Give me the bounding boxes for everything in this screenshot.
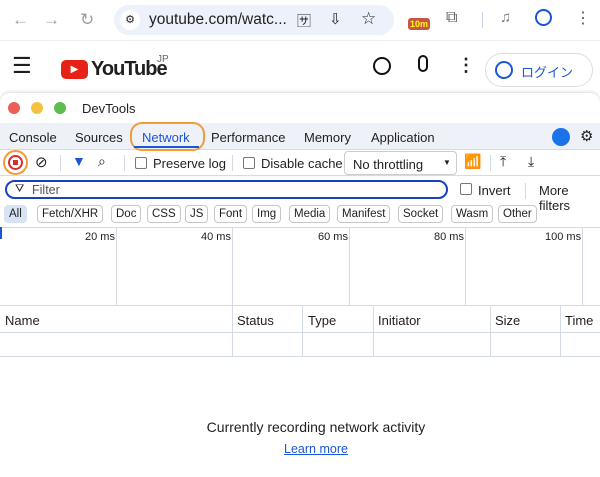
type-other[interactable]: Other [498, 205, 537, 223]
column-status[interactable]: Status [237, 313, 274, 328]
timeline-tick: 40 ms [201, 231, 231, 243]
login-label: ログイン [521, 65, 574, 80]
type-img[interactable]: Img [252, 205, 282, 223]
timeline-tick: 100 ms [545, 231, 582, 243]
devtools-window: DevTools Console Sources Network Perform… [0, 93, 600, 477]
more-icon[interactable]: ⋮ [457, 55, 475, 76]
network-toolbar: ⊘ ▼ ⌕ Preserve log Disable cache No thro… [0, 150, 600, 176]
maximize-button[interactable] [54, 102, 66, 114]
forward-icon[interactable]: → [43, 10, 60, 30]
table-header: Name Status Type Initiator Size Time [0, 306, 600, 333]
type-fetch-xhr[interactable]: Fetch/XHR [37, 205, 104, 223]
address-bar[interactable]: ⚙ youtube.com/watc... 🈂 ⇩ ☆ [114, 5, 394, 35]
preserve-log-checkbox[interactable] [135, 157, 147, 169]
export-har-icon[interactable]: ⤓ [528, 153, 534, 170]
extensions-icon[interactable]: ⧉ [446, 9, 457, 27]
site-settings-icon[interactable]: ⚙ [120, 10, 140, 30]
tab-application[interactable]: Application [371, 130, 435, 145]
record-stop-icon[interactable] [8, 155, 23, 170]
disable-cache-checkbox[interactable] [243, 157, 255, 169]
search-icon[interactable]: ⌕ [98, 153, 106, 170]
url-text[interactable]: youtube.com/watc... [149, 11, 287, 29]
disable-cache-label: Disable cache [261, 156, 343, 171]
more-filters-button[interactable]: More filters [539, 183, 600, 213]
ai-assistance-icon[interactable] [552, 128, 570, 146]
tab-performance[interactable]: Performance [211, 130, 285, 145]
window-title: DevTools [82, 101, 136, 116]
empty-message: Currently recording network activity [206, 419, 426, 435]
install-icon[interactable]: ⇩ [329, 10, 342, 28]
type-css[interactable]: CSS [147, 205, 181, 223]
settings-gear-icon[interactable]: ⚙ [580, 127, 593, 145]
search-icon[interactable] [373, 57, 391, 75]
type-manifest[interactable]: Manifest [337, 205, 391, 223]
microphone-icon[interactable] [418, 55, 428, 72]
column-type[interactable]: Type [308, 313, 336, 328]
type-socket[interactable]: Socket [398, 205, 444, 223]
tab-sources[interactable]: Sources [75, 130, 123, 145]
hamburger-icon[interactable]: ☰ [12, 53, 32, 79]
column-time[interactable]: Time [565, 313, 593, 328]
translate-icon[interactable]: 🈂 [297, 11, 311, 31]
throttling-select[interactable]: No throttling ▼ [344, 151, 457, 175]
menu-icon[interactable]: ⋮ [575, 8, 591, 28]
youtube-header: ☰ ▶ YouTube JP ⋮ ログイン [0, 40, 600, 95]
learn-more-label[interactable]: Learn more [284, 442, 348, 456]
throttling-value: No throttling [353, 157, 424, 172]
type-doc[interactable]: Doc [111, 205, 142, 223]
import-har-icon[interactable]: ⤒ [500, 153, 506, 170]
type-media[interactable]: Media [289, 205, 331, 223]
type-font[interactable]: Font [214, 205, 248, 223]
empty-row [0, 333, 600, 357]
filter-funnel-icon: ⛛ [15, 183, 25, 195]
browser-toolbar: ← → ↻ ⚙ youtube.com/watc... 🈂 ⇩ ☆ 10m ⧉ … [0, 0, 600, 40]
network-conditions-icon[interactable]: 📶 [464, 153, 481, 170]
close-button[interactable] [8, 102, 20, 114]
account-icon [495, 61, 513, 79]
invert-label: Invert [478, 183, 511, 198]
minimize-button[interactable] [31, 102, 43, 114]
clear-icon[interactable]: ⊘ [35, 153, 48, 171]
type-js[interactable]: JS [185, 205, 209, 223]
profile-icon[interactable] [535, 9, 552, 26]
login-button[interactable]: ログイン [485, 53, 593, 87]
chevron-down-icon: ▼ [443, 158, 451, 167]
invert-checkbox[interactable] [460, 183, 472, 195]
timeline-tick: 60 ms [318, 231, 348, 243]
type-all[interactable]: All [4, 205, 27, 223]
preserve-log-label: Preserve log [153, 156, 226, 171]
tab-console[interactable]: Console [9, 130, 57, 145]
column-initiator[interactable]: Initiator [378, 313, 421, 328]
column-size[interactable]: Size [495, 313, 520, 328]
filter-input[interactable]: ⛛ Filter [5, 180, 448, 199]
filter-icon[interactable]: ▼ [72, 153, 86, 169]
type-wasm[interactable]: Wasm [451, 205, 494, 223]
timeline-tick: 20 ms [85, 231, 115, 243]
back-icon[interactable]: ← [12, 10, 29, 30]
tab-memory[interactable]: Memory [304, 130, 351, 145]
region-label: JP [157, 54, 169, 65]
extension-badge[interactable]: 10m [408, 18, 431, 30]
media-icon[interactable]: ♫ [500, 9, 511, 26]
devtools-tabs: Console Sources Network Performance Memo… [0, 122, 600, 151]
column-name[interactable]: Name [5, 313, 40, 328]
learn-more-link[interactable]: Learn more [0, 442, 600, 456]
bookmark-star-icon[interactable]: ☆ [361, 9, 376, 29]
youtube-logo[interactable]: YouTube [91, 58, 168, 81]
timeline-overview[interactable]: 20 ms 40 ms 60 ms 80 ms 100 ms [0, 227, 600, 305]
filter-placeholder: Filter [32, 183, 60, 197]
timeline-tick: 80 ms [434, 231, 464, 243]
reload-icon[interactable]: ↻ [80, 10, 94, 30]
youtube-play-icon[interactable]: ▶ [61, 60, 88, 79]
